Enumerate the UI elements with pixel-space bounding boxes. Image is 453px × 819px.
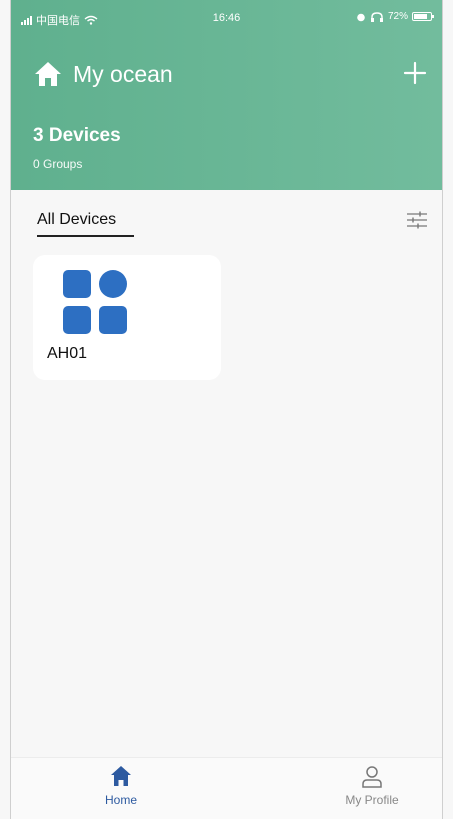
phone-frame: 中国电信 16:46 72% My ocean 3 Devices 0 Grou… <box>10 0 443 819</box>
home-icon <box>111 766 131 786</box>
page-title: My ocean <box>73 60 173 87</box>
battery-percent: 72% <box>387 11 408 22</box>
tab-my-profile[interactable]: My Profile <box>312 764 432 807</box>
title-row: My ocean <box>33 60 173 88</box>
tab-all-devices[interactable]: All Devices <box>37 211 116 229</box>
alarm-icon <box>357 13 365 21</box>
bottom-tabbar: Home My Profile <box>11 757 442 819</box>
devices-count: 3 Devices <box>33 125 121 146</box>
grid-app-icon <box>63 270 127 334</box>
tab-indicator <box>37 235 134 237</box>
status-right: 72% <box>356 11 434 22</box>
header: 中国电信 16:46 72% My ocean 3 Devices 0 Grou… <box>11 0 442 190</box>
tab-home-label: Home <box>104 793 137 807</box>
headphones-icon <box>370 11 383 22</box>
groups-count: 0 Groups <box>33 157 83 171</box>
tab-home[interactable]: Home <box>61 764 181 807</box>
battery-icon <box>412 12 434 21</box>
filter-icon[interactable] <box>406 210 428 230</box>
status-bar: 中国电信 16:46 72% <box>11 0 442 34</box>
tab-profile-label: My Profile <box>345 793 399 807</box>
device-card[interactable]: AH01 <box>33 255 221 380</box>
home-icon <box>35 62 61 86</box>
device-name: AH01 <box>47 345 88 362</box>
user-icon <box>362 766 382 788</box>
add-device-button[interactable] <box>400 58 430 88</box>
